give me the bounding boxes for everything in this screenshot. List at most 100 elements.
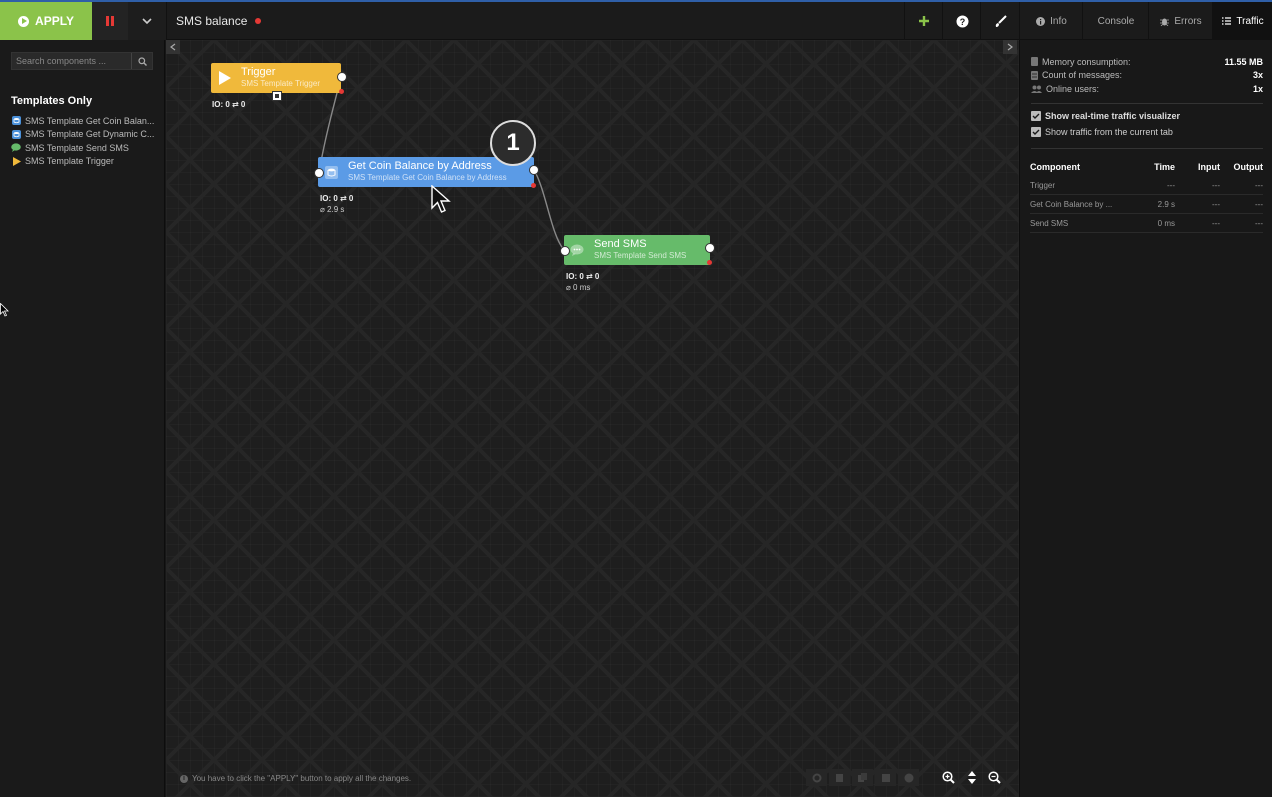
sidebar-item-send-sms[interactable]: SMS Template Send SMS — [11, 141, 161, 155]
node-title: Trigger — [241, 66, 276, 78]
apply-button[interactable]: APPLY — [0, 2, 92, 40]
table-row[interactable]: Trigger --- --- --- — [1030, 176, 1263, 195]
template-list: SMS Template Get Coin Balan... SMS Templ… — [11, 114, 161, 168]
sidebar-item-trigger[interactable]: SMS Template Trigger — [11, 155, 161, 169]
stat-label: Count of messages: — [1042, 70, 1123, 80]
mouse-cursor-icon — [431, 185, 451, 213]
error-port[interactable] — [339, 89, 344, 94]
traffic-table: Component Time Input Output Trigger --- … — [1030, 158, 1263, 233]
table-cell: --- — [1175, 176, 1220, 195]
sidebar-item-get-dynamic[interactable]: SMS Template Get Dynamic C... — [11, 128, 161, 142]
memory-icon — [1031, 57, 1038, 66]
plus-icon — [919, 16, 929, 26]
tab-console[interactable]: Console — [1082, 2, 1149, 40]
trigger-run-button[interactable] — [272, 91, 282, 101]
components-sidebar: Templates Only SMS Template Get Coin Bal… — [0, 40, 165, 797]
apply-hint-text: You have to click the "APPLY" button to … — [192, 774, 412, 783]
stat-value: 1x — [1252, 83, 1263, 94]
stat-label: Online users: — [1046, 83, 1100, 94]
node-trigger[interactable]: Trigger SMS Template Trigger — [211, 63, 341, 93]
table-cell: --- — [1175, 213, 1220, 233]
tab-traffic[interactable]: Traffic — [1212, 2, 1272, 40]
error-port[interactable] — [707, 260, 712, 265]
sidebar-heading: Templates Only — [11, 95, 93, 107]
output-port[interactable] — [529, 165, 539, 175]
gear-icon — [812, 773, 821, 782]
sidebar-item-get-coin-balance[interactable]: SMS Template Get Coin Balan... — [11, 114, 161, 128]
node-title: Send SMS — [594, 238, 647, 250]
zoom-in-button[interactable] — [940, 769, 957, 786]
checkbox-realtime-visualizer[interactable]: Show real-time traffic visualizer — [1031, 111, 1180, 121]
play-icon — [11, 156, 21, 166]
checkbox-label: Show traffic from the current tab — [1045, 127, 1173, 137]
comment-icon — [11, 143, 21, 153]
database-icon — [1031, 70, 1038, 80]
help-icon: ? — [956, 15, 968, 27]
node-io-stats: IO: 0 ⇄ 0 — [212, 100, 246, 109]
checkbox-checked-icon — [1031, 127, 1041, 137]
duplicate-button[interactable] — [852, 769, 873, 786]
settings-button[interactable] — [806, 769, 827, 786]
search-icon — [137, 56, 147, 66]
divider — [1031, 103, 1263, 104]
node-send-sms[interactable]: Send SMS SMS Template Send SMS — [564, 235, 710, 265]
zoom-controls — [940, 769, 1003, 786]
search-button[interactable] — [131, 53, 152, 69]
table-cell: Get Coin Balance by ... — [1030, 194, 1130, 214]
output-port[interactable] — [337, 72, 347, 82]
database-icon — [11, 116, 21, 126]
zoom-out-button[interactable] — [986, 769, 1003, 786]
zoom-out-icon — [988, 771, 1001, 784]
node-subtitle: SMS Template Get Coin Balance by Address — [348, 173, 507, 182]
column-header: Input — [1198, 162, 1220, 172]
flow-title: SMS balance — [176, 14, 262, 28]
svg-text:?: ? — [959, 17, 965, 27]
connections — [318, 75, 565, 251]
column-header: Time — [1154, 162, 1175, 172]
node-subtitle: SMS Template Send SMS — [594, 251, 687, 260]
pause-button[interactable] — [92, 2, 129, 40]
top-toolbar: APPLY SMS balance ? Info Console Errors … — [0, 0, 1272, 40]
canvas-action-toolbar — [806, 769, 919, 786]
checkbox-current-tab-traffic[interactable]: Show traffic from the current tab — [1031, 127, 1173, 137]
sort-icon — [967, 771, 976, 784]
apply-hint: i You have to click the "APPLY" button t… — [180, 774, 411, 783]
search-input[interactable] — [12, 53, 131, 69]
search-box — [11, 52, 153, 70]
delete-button[interactable] — [898, 769, 919, 786]
add-component-button[interactable] — [904, 2, 943, 40]
table-cell: --- — [1130, 176, 1175, 195]
help-button[interactable]: ? — [942, 2, 981, 40]
table-row[interactable]: Send SMS 0 ms --- --- — [1030, 213, 1263, 233]
stat-messages: Count of messages: 3x — [1031, 69, 1263, 82]
tab-traffic-label: Traffic — [1236, 15, 1264, 27]
output-port[interactable] — [705, 243, 715, 253]
database-icon — [11, 129, 21, 139]
zoom-in-icon — [942, 771, 955, 784]
flow-canvas[interactable]: Trigger SMS Template Trigger IO: 0 ⇄ 0 G… — [166, 40, 1019, 797]
sidebar-item-label: SMS Template Get Coin Balan... — [25, 115, 155, 126]
table-cell: --- — [1175, 194, 1220, 214]
tab-info[interactable]: Info — [1019, 2, 1083, 40]
table-cell: --- — [1220, 213, 1263, 233]
traffic-panel: Memory consumption: 11.55 MB Count of me… — [1019, 40, 1272, 797]
input-port[interactable] — [314, 168, 324, 178]
sidebar-item-label: SMS Template Trigger — [25, 156, 114, 167]
tab-console-label: Console — [1097, 15, 1135, 27]
theme-button[interactable] — [980, 2, 1019, 40]
error-port[interactable] — [531, 183, 536, 188]
sidebar-item-label: SMS Template Send SMS — [25, 142, 129, 153]
paste-button[interactable] — [875, 769, 896, 786]
flow-menu-button[interactable] — [128, 2, 167, 40]
zoom-reset-button[interactable] — [963, 769, 980, 786]
play-icon — [211, 63, 237, 93]
table-cell: 2.9 s — [1130, 194, 1175, 214]
sidebar-item-label: SMS Template Get Dynamic C... — [25, 129, 155, 140]
copy-button[interactable] — [829, 769, 850, 786]
node-avg-time: ⌀ 2.9 s — [320, 205, 345, 214]
file-icon — [836, 773, 843, 782]
tab-errors[interactable]: Errors — [1148, 2, 1213, 40]
divider — [1031, 148, 1263, 149]
table-row[interactable]: Get Coin Balance by ... 2.9 s --- --- — [1030, 194, 1263, 214]
input-port[interactable] — [560, 246, 570, 256]
